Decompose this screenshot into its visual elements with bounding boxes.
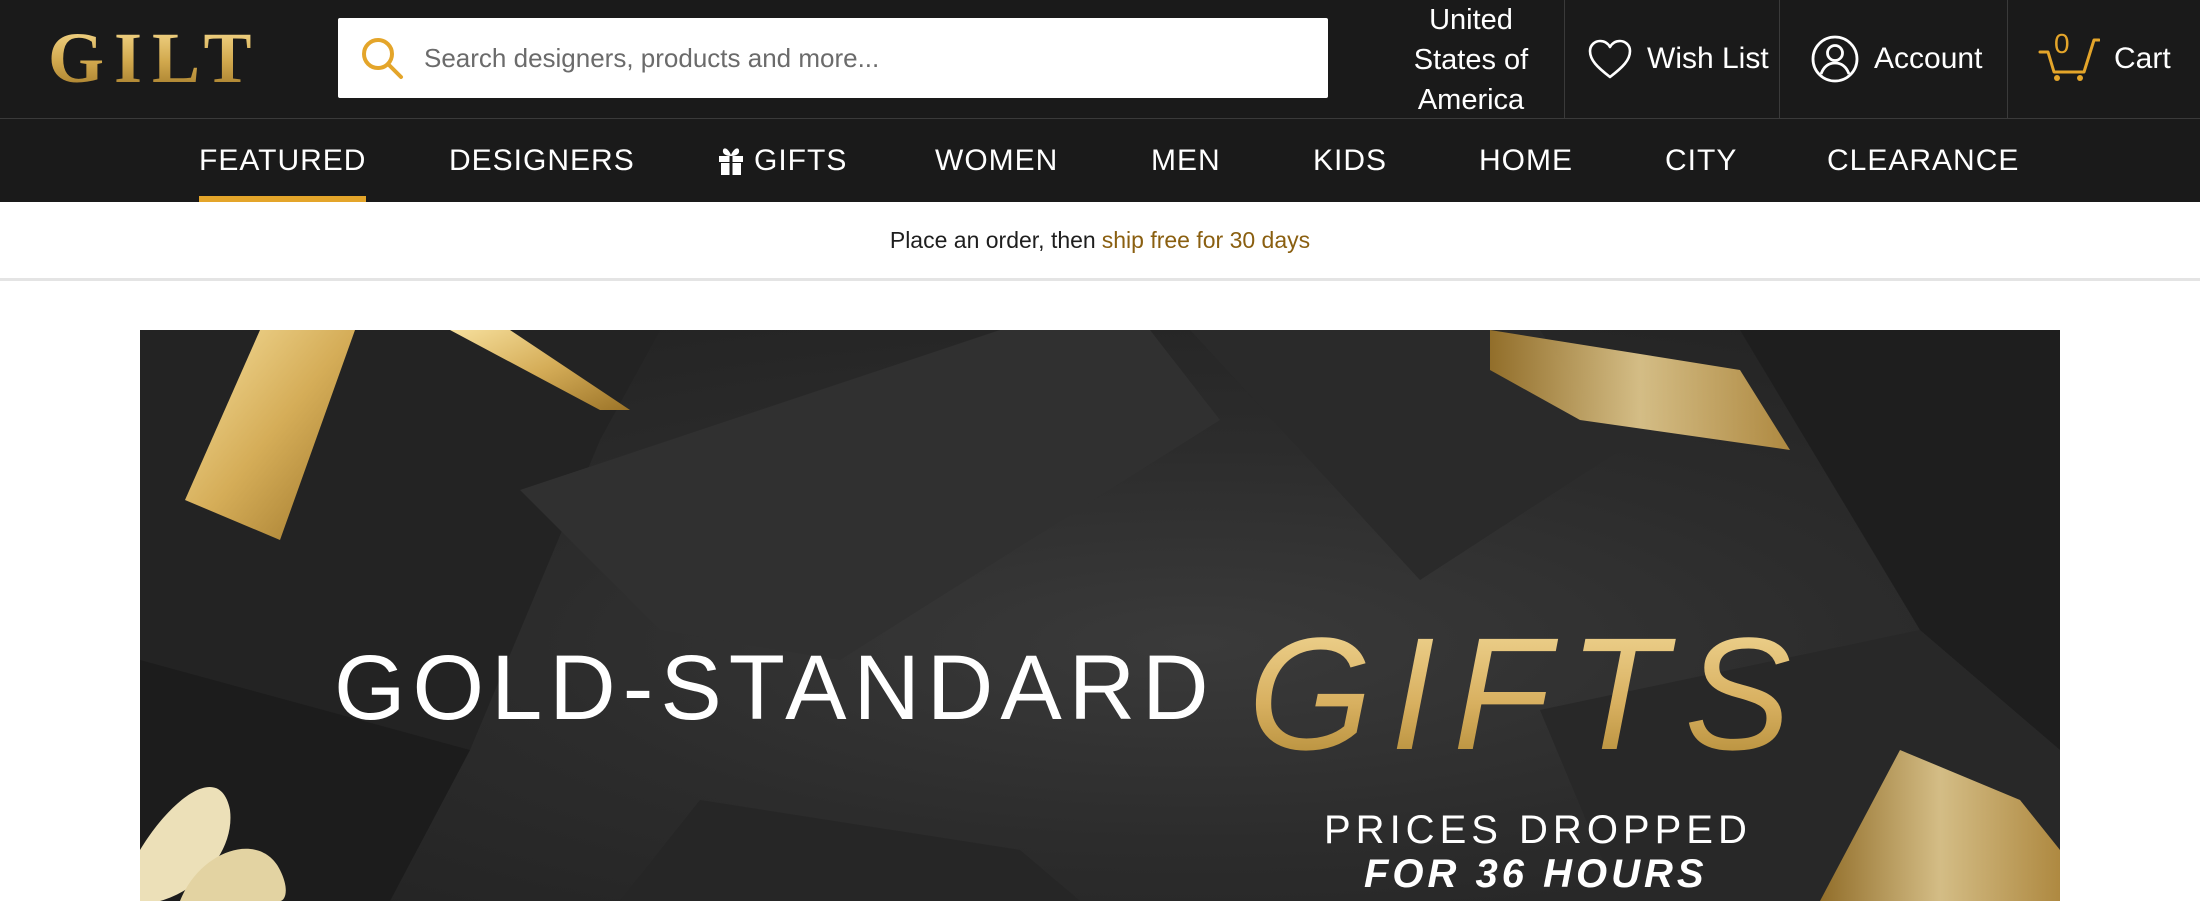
nav-item-featured[interactable]: FEATURED [199, 119, 367, 202]
heart-icon [1588, 39, 1632, 79]
nav-item-clearance[interactable]: CLEARANCE [1827, 119, 2019, 202]
nav-item-gifts[interactable]: GIFTS [718, 119, 847, 202]
cart-link[interactable]: Cart [2007, 0, 2200, 118]
country-line-2: States of [1413, 44, 1529, 76]
nav-item-designers[interactable]: DESIGNERS [449, 119, 635, 202]
wish-list-label: Wish List [1647, 42, 1769, 75]
shipping-promo: Place an order, then ship free for 30 da… [0, 202, 2200, 278]
nav-item-city[interactable]: CITY [1665, 119, 1737, 202]
hero-subline-2: FOR 36 HOURS [1364, 852, 1708, 896]
nav-item-kids[interactable]: KIDS [1313, 119, 1387, 202]
search-input[interactable] [424, 42, 1304, 74]
account-link[interactable]: Account [1779, 0, 2007, 118]
promo-highlight-link[interactable]: ship free for 30 days [1102, 227, 1310, 254]
cart-count-badge: 0 [2054, 28, 2070, 59]
promo-text: Place an order, then [889, 226, 1096, 253]
user-icon [1811, 35, 1859, 83]
search-icon[interactable] [358, 34, 406, 82]
country-line-1: United [1429, 4, 1513, 36]
wish-list-link[interactable]: Wish List [1564, 0, 1779, 118]
country-line-3: America [1417, 84, 1525, 116]
search-bar[interactable] [338, 18, 1328, 98]
nav-item-home[interactable]: HOME [1479, 119, 1573, 202]
main-nav: FEATURED DESIGNERS GIFTS WOMEN MEN KIDS … [0, 119, 2200, 202]
cart-label: Cart [2114, 42, 2171, 75]
account-label: Account [1874, 42, 1983, 75]
gift-icon [719, 147, 743, 175]
nav-item-men[interactable]: MEN [1151, 119, 1221, 202]
nav-item-gifts-label: GIFTS [754, 143, 848, 177]
country-selector[interactable]: United States of America [1378, 0, 1564, 118]
hero-gifts-word: GIFTS [1248, 602, 1809, 786]
site-header: GILT United States of America Wish List … [0, 0, 2200, 118]
hero-banner[interactable]: GOLD-STANDARD GIFTS PRICES DROPPED FOR 3… [140, 330, 2060, 901]
hero-headline: GOLD-STANDARD [334, 637, 1216, 739]
nav-item-women[interactable]: WOMEN [935, 119, 1058, 202]
gilt-logo[interactable]: GILT [48, 22, 261, 94]
hero-subline-1: PRICES DROPPED [1324, 808, 1752, 852]
promo-divider [0, 278, 2200, 281]
